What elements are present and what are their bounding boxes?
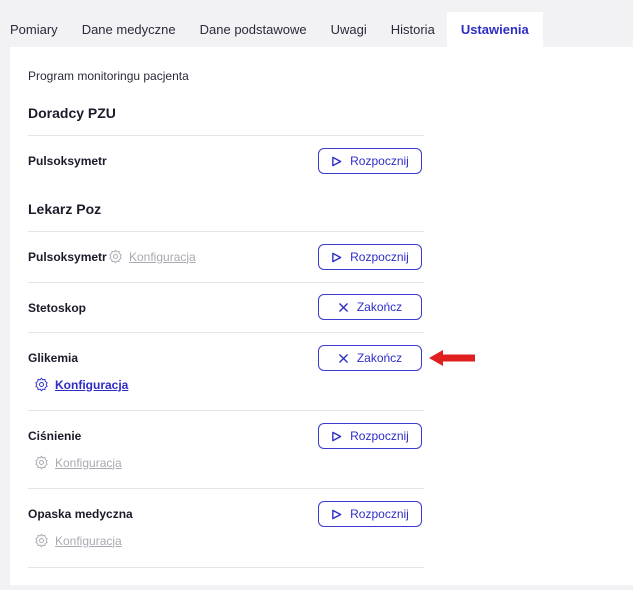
- tab-uwagi[interactable]: Uwagi: [319, 12, 379, 47]
- play-icon: [332, 509, 342, 519]
- start-button[interactable]: Rozpocznij: [318, 501, 422, 527]
- close-icon: [338, 353, 348, 363]
- program-row: Pulsoksymetr Rozpocznij: [28, 135, 424, 186]
- stop-button-label: Zakończ: [356, 351, 403, 365]
- program-label: Ciśnienie: [28, 429, 82, 443]
- tab-dane-podstawowe[interactable]: Dane podstawowe: [188, 12, 319, 47]
- start-button[interactable]: Rozpocznij: [318, 423, 422, 449]
- red-arrow-icon: [429, 350, 475, 366]
- group-title-lekarz: Lekarz Poz: [28, 201, 102, 217]
- program-row: Stetoskop Zakończ: [28, 282, 424, 333]
- start-button-label: Rozpocznij: [350, 507, 409, 521]
- start-button-label: Rozpocznij: [350, 154, 409, 168]
- config-link-label: Konfiguracja: [129, 249, 196, 264]
- tab-ustawienia[interactable]: Ustawienia: [446, 12, 543, 47]
- close-icon: [338, 302, 348, 312]
- play-icon: [332, 252, 342, 262]
- start-button[interactable]: Rozpocznij: [318, 148, 422, 174]
- program-label: Opaska medyczna: [28, 507, 133, 521]
- config-link[interactable]: Konfiguracja: [108, 249, 196, 264]
- gear-icon: [35, 377, 48, 392]
- program-title: Program monitoringu pacjenta: [28, 69, 189, 83]
- config-link-label: Konfiguracja: [55, 533, 122, 548]
- settings-panel: Program monitoringu pacjenta Doradcy PZU…: [10, 47, 633, 585]
- start-button-label: Rozpocznij: [350, 429, 409, 443]
- start-button-label: Rozpocznij: [350, 250, 409, 264]
- config-link[interactable]: Konfiguracja: [34, 533, 122, 548]
- program-row: Glikemia Zakończ Konfiguracja: [28, 332, 424, 411]
- gear-icon: [35, 533, 48, 548]
- config-link[interactable]: Konfiguracja: [34, 455, 122, 470]
- gear-icon: [35, 455, 48, 470]
- play-icon: [332, 156, 342, 166]
- play-icon: [332, 431, 342, 441]
- program-label: Pulsoksymetr: [28, 154, 107, 168]
- tab-bar: Pomiary Dane medyczne Dane podstawowe Uw…: [10, 12, 633, 47]
- gear-icon: [109, 249, 122, 264]
- group-title-doradcy: Doradcy PZU: [28, 105, 116, 121]
- program-label: Glikemia: [28, 351, 79, 365]
- start-button[interactable]: Rozpocznij: [318, 244, 422, 270]
- config-link[interactable]: Konfiguracja: [34, 377, 128, 392]
- program-row: Ciśnienie Rozpocznij Konfiguracja: [28, 410, 424, 489]
- program-label: Pulsoksymetr: [28, 250, 107, 264]
- config-link-label: Konfiguracja: [55, 377, 129, 392]
- config-link-label: Konfiguracja: [55, 455, 122, 470]
- tab-historia[interactable]: Historia: [379, 12, 447, 47]
- stop-button-label: Zakończ: [356, 300, 403, 314]
- program-row: Opaska medyczna Rozpocznij Konfiguracja: [28, 488, 424, 568]
- program-row: Pulsoksymetr Konfiguracja Rozpocznij: [28, 231, 424, 282]
- tab-dane-medyczne[interactable]: Dane medyczne: [70, 12, 188, 47]
- stop-button[interactable]: Zakończ: [318, 294, 422, 320]
- program-label: Stetoskop: [28, 301, 87, 315]
- tab-pomiary[interactable]: Pomiary: [10, 12, 70, 47]
- stop-button[interactable]: Zakończ: [318, 345, 422, 371]
